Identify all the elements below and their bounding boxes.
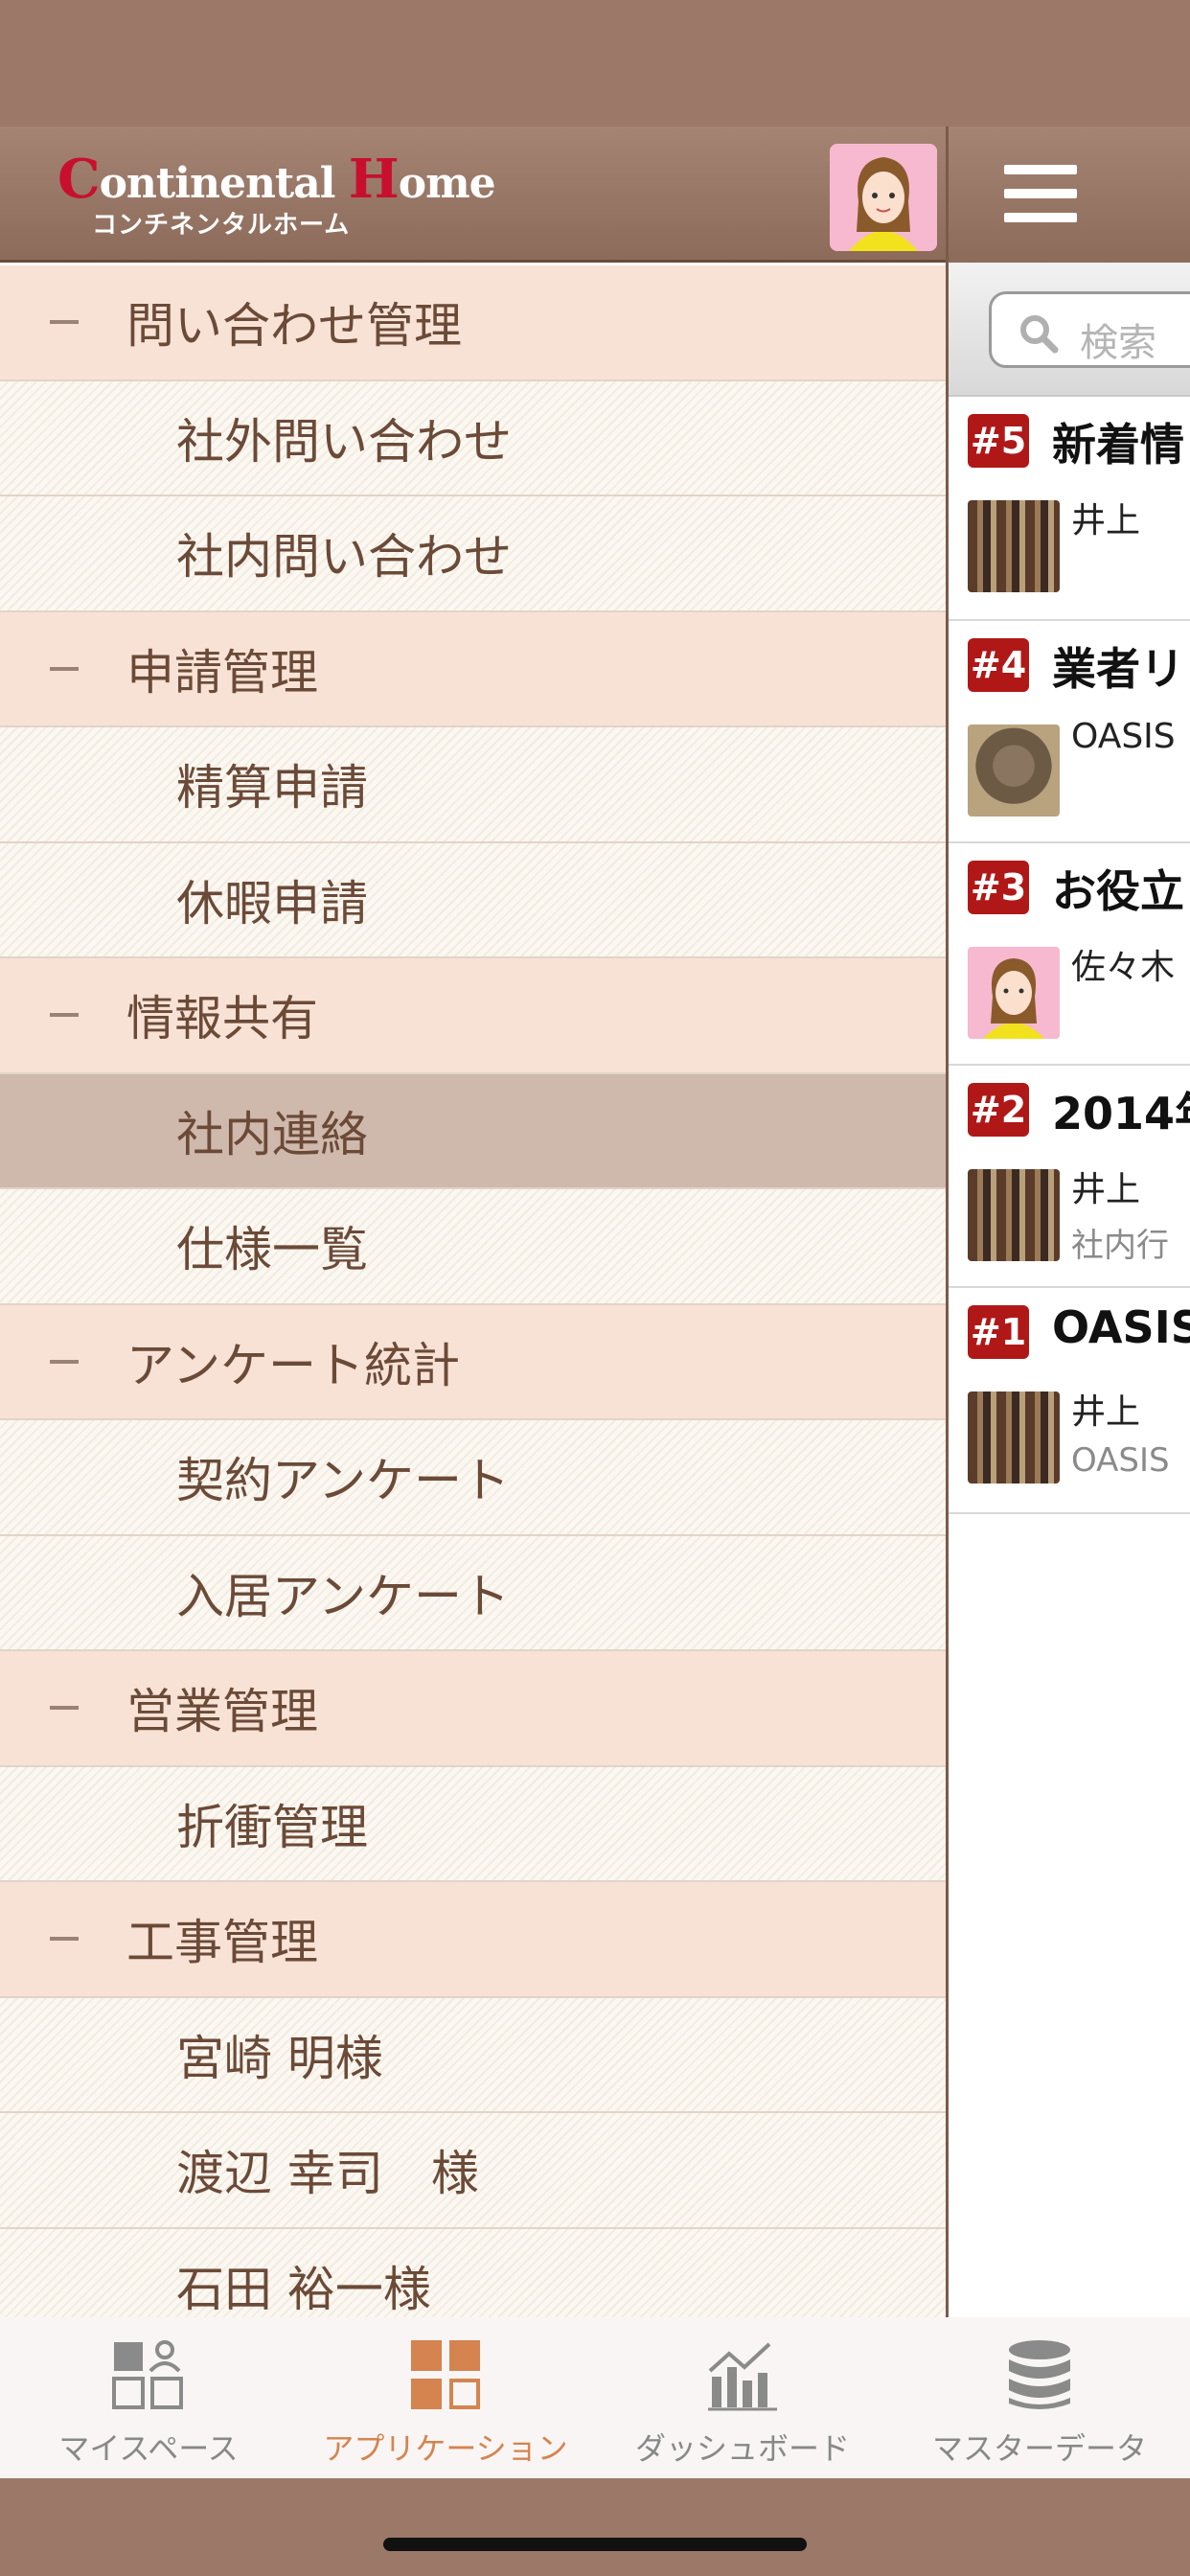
menu-label: 社内連絡 <box>176 1106 368 1162</box>
menu-label: 社外問い合わせ <box>176 413 512 470</box>
tab-label: アプリケーション <box>323 2430 568 2467</box>
menu-item[interactable]: 石田 裕一様 <box>0 2228 946 2317</box>
menu-label: 工事管理 <box>126 1915 318 1971</box>
menu-label: アンケート統計 <box>126 1337 460 1393</box>
myspace-icon <box>112 2340 183 2409</box>
collapse-icon <box>50 1706 79 1711</box>
post-list-item[interactable]: #5 新着情井上 <box>949 397 1190 621</box>
search-input[interactable]: 検索 <box>989 291 1190 368</box>
post-author: 井上 <box>1071 1392 1176 1432</box>
menu-section-header[interactable]: 工事管理 <box>0 1882 946 1998</box>
menu-label: 宮崎 明様 <box>176 2030 383 2086</box>
menu-section-header[interactable]: 問い合わせ管理 <box>0 265 946 381</box>
post-number-badge: #5 <box>968 414 1029 468</box>
menu-item[interactable]: 宮崎 明様 <box>0 1997 946 2113</box>
menu-label: 契約アンケート <box>176 1453 510 1509</box>
menu-label: 渡辺 幸司 様 <box>176 2146 479 2202</box>
post-number-badge: #4 <box>968 638 1029 692</box>
menu-item[interactable]: 社外問い合わせ <box>0 380 946 496</box>
search-icon <box>1020 315 1059 354</box>
menu-label: 仕様一覧 <box>176 1222 368 1278</box>
company-logo: Continental Home コンチネンタルホーム <box>57 148 496 239</box>
menu-item[interactable]: 社内連絡 <box>0 1073 946 1189</box>
collapse-icon <box>50 666 79 671</box>
post-number-badge: #2 <box>968 1083 1029 1137</box>
menu-item[interactable]: 仕様一覧 <box>0 1189 946 1305</box>
tab-application[interactable]: アプリケーション <box>297 2317 594 2478</box>
menu-label: 問い合わせ管理 <box>126 298 462 355</box>
post-title: OASIS <box>1052 1301 1190 1353</box>
collapse-icon <box>50 320 79 325</box>
avatar-thumbnail <box>968 947 1060 1039</box>
menu-label: 情報共有 <box>126 991 318 1047</box>
menu-section-header[interactable]: 情報共有 <box>0 958 946 1074</box>
tab-masterdata[interactable]: マスターデータ <box>891 2317 1188 2478</box>
post-title: 新着情 <box>1052 419 1184 471</box>
post-title: 業者リ <box>1052 643 1184 695</box>
menu-label: 休暇申請 <box>176 875 368 932</box>
menu-label: 精算申請 <box>176 760 368 816</box>
post-excerpt: OASIS <box>1071 1441 1170 1480</box>
post-list-item[interactable]: #2 2014年井上 社内行 <box>949 1066 1190 1288</box>
post-list-item[interactable]: #4 業者リ OASIS <box>949 621 1190 843</box>
tab-myspace[interactable]: マイスペース <box>0 2317 297 2478</box>
collapse-icon <box>50 1013 79 1018</box>
post-title: お役立 <box>1052 865 1184 917</box>
hamburger-icon <box>1004 165 1077 174</box>
dashboard-icon <box>708 2342 777 2411</box>
post-author: 佐々木 <box>1071 948 1176 987</box>
menu-label: 折衝管理 <box>176 1799 368 1855</box>
drawer-menu: 問い合わせ管理社外問い合わせ 社内問い合わせ申請管理精算申請休暇申請情報共有社内連… <box>0 265 946 2317</box>
bottom-safe-area <box>0 2478 1190 2576</box>
tab-dashboard[interactable]: ダッシュボード <box>594 2317 891 2478</box>
search-bar: 検索 <box>949 263 1190 397</box>
post-author: 井上 <box>1071 1170 1176 1209</box>
menu-label: 申請管理 <box>126 644 318 701</box>
bookshelf-thumbnail <box>968 500 1060 592</box>
tab-bar: マイスペース アプリケーション ダッシュボード マスターデータ <box>0 2317 1190 2478</box>
content-panel: 検索 #5新着情井上 #4業者リOASIS#3お役立佐々木#22014年井上 社… <box>949 126 1190 2317</box>
post-author: OASIS <box>1071 717 1176 756</box>
post-list-item[interactable]: #1 OASIS 井上 OASIS <box>949 1288 1190 1514</box>
post-excerpt: 社内行 <box>1071 1227 1169 1265</box>
menu-item[interactable]: 入居アンケート <box>0 1535 946 1651</box>
menu-section-header[interactable]: 営業管理 <box>0 1651 946 1767</box>
content-header <box>949 126 1190 263</box>
tab-label: ダッシュボード <box>634 2430 850 2467</box>
animal-thumbnail <box>968 724 1060 816</box>
collapse-icon <box>50 1359 79 1364</box>
tab-label: マイスペース <box>58 2430 239 2467</box>
home-indicator <box>383 2538 807 2551</box>
post-number-badge: #1 <box>968 1305 1029 1359</box>
menu-item[interactable]: 折衝管理 <box>0 1766 946 1882</box>
menu-item[interactable]: 社内問い合わせ <box>0 496 946 612</box>
user-avatar[interactable] <box>830 144 937 251</box>
menu-item[interactable]: 契約アンケート <box>0 1420 946 1536</box>
post-author: 井上 <box>1071 501 1176 540</box>
navigation-drawer: Continental Home コンチネンタルホーム 問い合わせ管理社外問い合… <box>0 126 949 2317</box>
application-icon <box>411 2340 480 2409</box>
tab-label: マスターデータ <box>931 2430 1147 2467</box>
post-list-item[interactable]: #3 お役立佐々木 <box>949 843 1190 1066</box>
menu-toggle-button[interactable] <box>1004 165 1077 222</box>
avatar-icon <box>830 144 937 251</box>
menu-label: 社内問い合わせ <box>176 529 512 586</box>
database-icon <box>1009 2340 1070 2409</box>
search-placeholder: 検索 <box>1080 321 1156 365</box>
menu-label: 石田 裕一様 <box>176 2261 431 2317</box>
menu-section-header[interactable]: 申請管理 <box>0 611 946 727</box>
post-title: 2014年 <box>1052 1088 1190 1139</box>
collapse-icon <box>50 1937 79 1942</box>
menu-item[interactable]: 精算申請 <box>0 727 946 843</box>
menu-item[interactable]: 休暇申請 <box>0 842 946 958</box>
drawer-header: Continental Home コンチネンタルホーム <box>0 126 946 263</box>
menu-label: 入居アンケート <box>176 1568 510 1624</box>
bookshelf-thumbnail <box>968 1169 1060 1261</box>
post-number-badge: #3 <box>968 861 1029 914</box>
status-bar <box>0 0 1190 126</box>
menu-section-header[interactable]: アンケート統計 <box>0 1304 946 1420</box>
menu-label: 営業管理 <box>126 1684 318 1740</box>
menu-item[interactable]: 渡辺 幸司 様 <box>0 2113 946 2229</box>
bookshelf-thumbnail <box>968 1392 1060 1484</box>
